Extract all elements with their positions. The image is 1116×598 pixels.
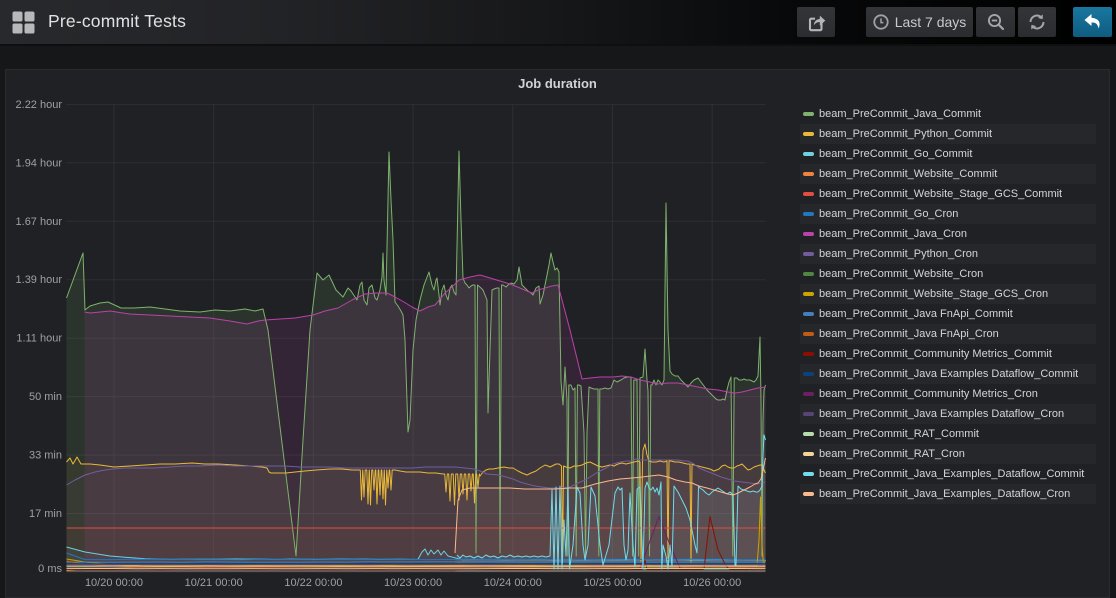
svg-text:1.11 hour: 1.11 hour (16, 333, 62, 345)
svg-text:1.39 hour: 1.39 hour (16, 274, 63, 286)
svg-text:2.22 hour: 2.22 hour (16, 99, 63, 111)
svg-text:10/23 00:00: 10/23 00:00 (384, 577, 442, 589)
svg-text:10/21 00:00: 10/21 00:00 (185, 577, 243, 589)
svg-text:17 min: 17 min (29, 508, 62, 520)
svg-text:10/24 00:00: 10/24 00:00 (484, 577, 542, 589)
svg-text:10/20 00:00: 10/20 00:00 (85, 577, 143, 589)
svg-text:10/26 00:00: 10/26 00:00 (683, 577, 741, 589)
svg-text:10/22 00:00: 10/22 00:00 (284, 577, 342, 589)
svg-text:1.67 hour: 1.67 hour (16, 216, 63, 228)
svg-text:33 min: 33 min (29, 450, 62, 462)
svg-text:1.94 hour: 1.94 hour (16, 157, 63, 169)
svg-text:0 ms: 0 ms (38, 563, 62, 575)
svg-text:10/25 00:00: 10/25 00:00 (583, 577, 641, 589)
svg-text:50 min: 50 min (29, 391, 62, 403)
